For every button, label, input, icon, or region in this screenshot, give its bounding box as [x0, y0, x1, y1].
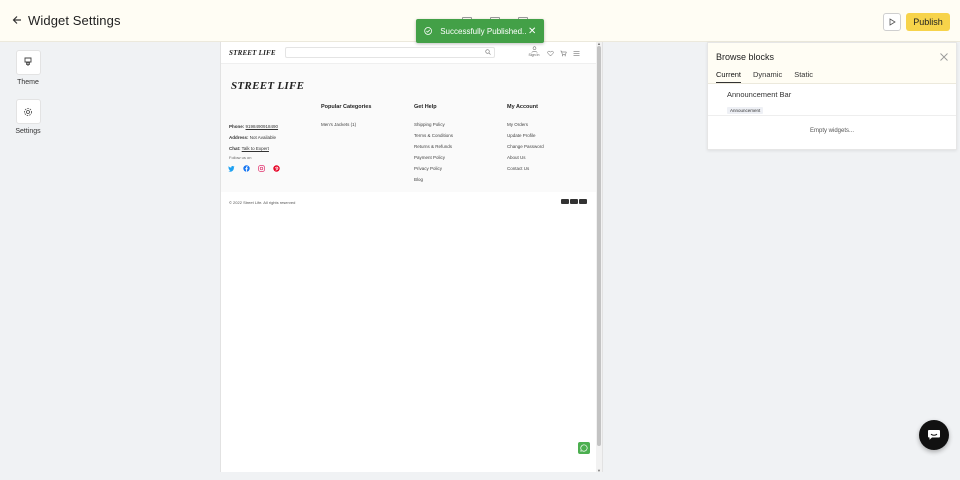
scrollbar-thumb[interactable]	[597, 46, 601, 446]
site-footer: STREET LIFE Phone: 9198490918490 Address…	[221, 64, 598, 205]
brush-icon	[24, 57, 32, 66]
page-title: Widget Settings	[28, 13, 121, 28]
toast-message: Successfully Published..	[440, 26, 527, 36]
rail-item-theme[interactable]: Theme	[12, 50, 44, 86]
footer-link[interactable]: Change Password	[507, 141, 544, 152]
chat-widget-button[interactable]	[919, 420, 949, 450]
site-logo[interactable]: STREET LIFE	[229, 49, 276, 57]
block-name: Announcement Bar	[727, 90, 792, 99]
footer-col-my-account: My Account My Orders Update Profile Chan…	[507, 104, 544, 174]
gear-icon	[24, 107, 32, 116]
publish-button[interactable]: Publish	[906, 13, 950, 31]
cart-icon[interactable]	[560, 50, 567, 57]
card-icon	[579, 199, 587, 204]
preview-button[interactable]	[883, 13, 901, 31]
copyright-text: © 2022 Street Life. All rights reserved	[229, 200, 296, 205]
twitter-icon[interactable]	[228, 165, 235, 172]
footer-phone: Phone: 9198490918490	[229, 124, 279, 129]
footer-link[interactable]: My Orders	[507, 119, 544, 130]
footer-address: Address: Not Available	[229, 135, 276, 140]
close-icon[interactable]: ✕	[526, 26, 538, 37]
scroll-down-icon[interactable]: ▼	[597, 469, 601, 473]
block-item-announcement-bar[interactable]: Announcement Bar Announcement	[727, 90, 791, 117]
site-header: STREET LIFE Sign In	[221, 42, 598, 64]
chat-bubble-icon	[928, 430, 940, 440]
scroll-up-icon[interactable]: ▲	[597, 42, 601, 46]
heart-icon[interactable]	[547, 50, 554, 57]
sign-in-link[interactable]: Sign In	[527, 46, 541, 57]
footer-link[interactable]: Shipping Policy	[414, 119, 453, 130]
block-badge: Announcement	[727, 107, 764, 114]
chat-link[interactable]: Talk to Expert	[242, 146, 269, 151]
footer-link[interactable]: Blog	[414, 174, 453, 185]
footer-link[interactable]: About Us	[507, 152, 544, 163]
footer-link[interactable]: Payment Policy	[414, 152, 453, 163]
search-icon[interactable]	[485, 49, 491, 55]
sign-in-label: Sign In	[528, 53, 540, 57]
footer-link[interactable]: Returns & Refunds	[414, 141, 453, 152]
tab-current[interactable]: Current	[716, 70, 742, 83]
panel-header: Browse blocks Current Dynamic Static	[708, 43, 956, 84]
footer-link[interactable]: Men's Jackets (1)	[321, 119, 371, 130]
card-icon	[561, 199, 569, 204]
menu-icon[interactable]	[573, 50, 580, 57]
back-arrow-icon[interactable]	[12, 14, 24, 28]
footer-chat: Chat: Talk to Expert	[229, 146, 269, 151]
rail-item-settings[interactable]: Settings	[12, 99, 44, 135]
footer-col-get-help: Get Help Shipping Policy Terms & Conditi…	[414, 104, 453, 185]
site-preview[interactable]: STREET LIFE Sign In STREET LIFE Phone: 9…	[220, 42, 603, 472]
preview-scrollbar[interactable]: ▲ ▼	[596, 42, 602, 472]
rail-label-theme: Theme	[17, 79, 39, 86]
footer-col-title: Get Help	[414, 104, 437, 110]
tab-static[interactable]: Static	[794, 70, 813, 83]
footer-link[interactable]: Update Profile	[507, 130, 544, 141]
panel-title: Browse blocks	[716, 52, 775, 62]
check-circle-icon	[424, 27, 432, 35]
payment-icons	[561, 199, 587, 204]
play-icon	[889, 18, 896, 26]
footer-logo[interactable]: STREET LIFE	[231, 80, 304, 92]
card-icon	[570, 199, 578, 204]
footer-col-popular-categories: Popular Categories Men's Jackets (1)	[321, 104, 371, 130]
user-icon	[531, 46, 537, 53]
phone-link[interactable]: 9198490918490	[246, 124, 279, 129]
follow-label: Follow us on	[229, 155, 252, 160]
instagram-icon[interactable]	[258, 165, 265, 172]
pinterest-icon[interactable]	[273, 165, 280, 172]
footer-link[interactable]: Contact Us	[507, 163, 544, 174]
close-icon[interactable]	[939, 52, 949, 62]
social-links	[228, 165, 280, 172]
panel-tabs: Current Dynamic Static	[716, 70, 813, 83]
site-search-input[interactable]	[285, 47, 495, 58]
whatsapp-button[interactable]	[578, 442, 590, 454]
whatsapp-icon	[580, 444, 588, 452]
footer-col-title: My Account	[507, 104, 538, 110]
footer-col-title: Popular Categories	[321, 104, 372, 110]
divider	[708, 115, 956, 116]
browse-blocks-panel: Browse blocks Current Dynamic Static Ann…	[707, 42, 957, 150]
settings-button[interactable]	[15, 99, 41, 124]
tab-dynamic[interactable]: Dynamic	[753, 70, 782, 83]
facebook-icon[interactable]	[243, 165, 250, 172]
theme-button[interactable]	[15, 50, 41, 75]
success-toast: Successfully Published.. ✕	[416, 19, 544, 43]
footer-link[interactable]: Privacy Policy	[414, 163, 453, 174]
footer-link[interactable]: Terms & Conditions	[414, 130, 453, 141]
rail-label-settings: Settings	[15, 128, 41, 135]
empty-widgets-message: Empty widgets...	[809, 128, 854, 134]
address-value: Not Available	[249, 135, 276, 140]
